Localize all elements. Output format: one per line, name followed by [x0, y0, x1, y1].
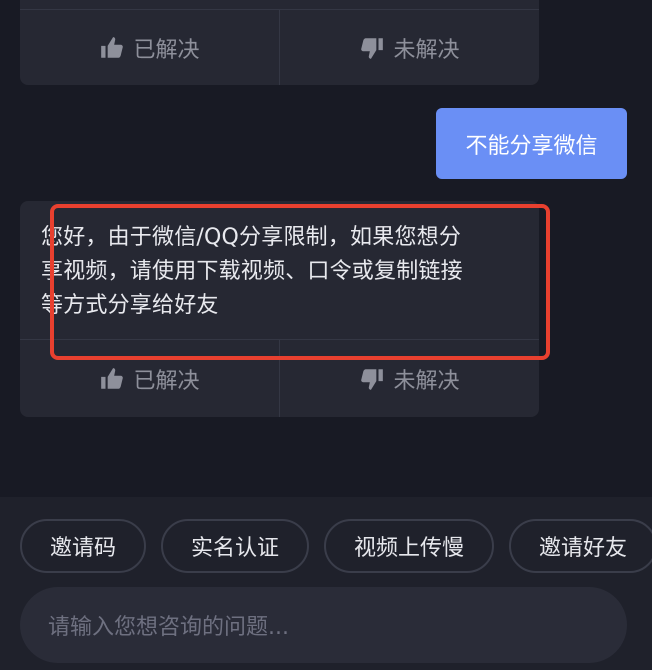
quick-reply-chip[interactable]: 邀请码 [20, 519, 147, 573]
chat-screen: 已解决 未解决 不能分享微信 您好，由于微信/QQ分享限制，如果您想分 享视频，… [0, 0, 652, 670]
user-message-bubble: 不能分享微信 [436, 108, 627, 179]
resolved-label: 已解决 [133, 38, 200, 63]
thumbs-up-icon [101, 367, 124, 389]
thumbs-down-icon [361, 368, 384, 390]
quick-reply-chip[interactable]: 视频上传慢 [324, 519, 495, 573]
bot-message-line: 您好，由于微信/QQ分享限制，如果您想分 [41, 225, 462, 250]
unresolved-label: 未解决 [393, 38, 460, 63]
bot-message-line: 等方式分享给好友 [41, 293, 219, 318]
message-input-placeholder: 请输入您想咨询的问题... [48, 615, 289, 640]
resolved-button[interactable]: 已解决 [20, 340, 279, 417]
bot-message-line: 享视频，请使用下载视频、口令或复制链接 [41, 259, 463, 284]
quick-reply-chip[interactable]: 邀请好友 [509, 519, 652, 573]
quick-reply-chip[interactable]: 实名认证 [161, 519, 310, 573]
feedback-actions: 已解决 未解决 [20, 9, 539, 85]
unresolved-button[interactable]: 未解决 [279, 340, 539, 417]
feedback-actions: 已解决 未解决 [20, 339, 539, 417]
bot-message-text: 您好，由于微信/QQ分享限制，如果您想分 享视频，请使用下载视频、口令或复制链接… [41, 221, 521, 323]
user-message-text: 不能分享微信 [465, 133, 598, 159]
message-input[interactable]: 请输入您想咨询的问题... [20, 587, 627, 663]
thumbs-up-icon [101, 37, 124, 58]
unresolved-label: 未解决 [393, 368, 460, 394]
quick-reply-chips: 邀请码 实名认证 视频上传慢 邀请好友 [20, 519, 652, 573]
composer-area: 邀请码 实名认证 视频上传慢 邀请好友 请输入您想咨询的问题... [0, 497, 652, 670]
resolved-label: 已解决 [133, 368, 200, 394]
resolved-button[interactable]: 已解决 [20, 10, 279, 85]
thumbs-down-icon [361, 38, 384, 59]
bot-message-card: 您好，由于微信/QQ分享限制，如果您想分 享视频，请使用下载视频、口令或复制链接… [20, 201, 539, 417]
bot-message-card-previous: 已解决 未解决 [20, 0, 539, 85]
unresolved-button[interactable]: 未解决 [279, 10, 539, 85]
